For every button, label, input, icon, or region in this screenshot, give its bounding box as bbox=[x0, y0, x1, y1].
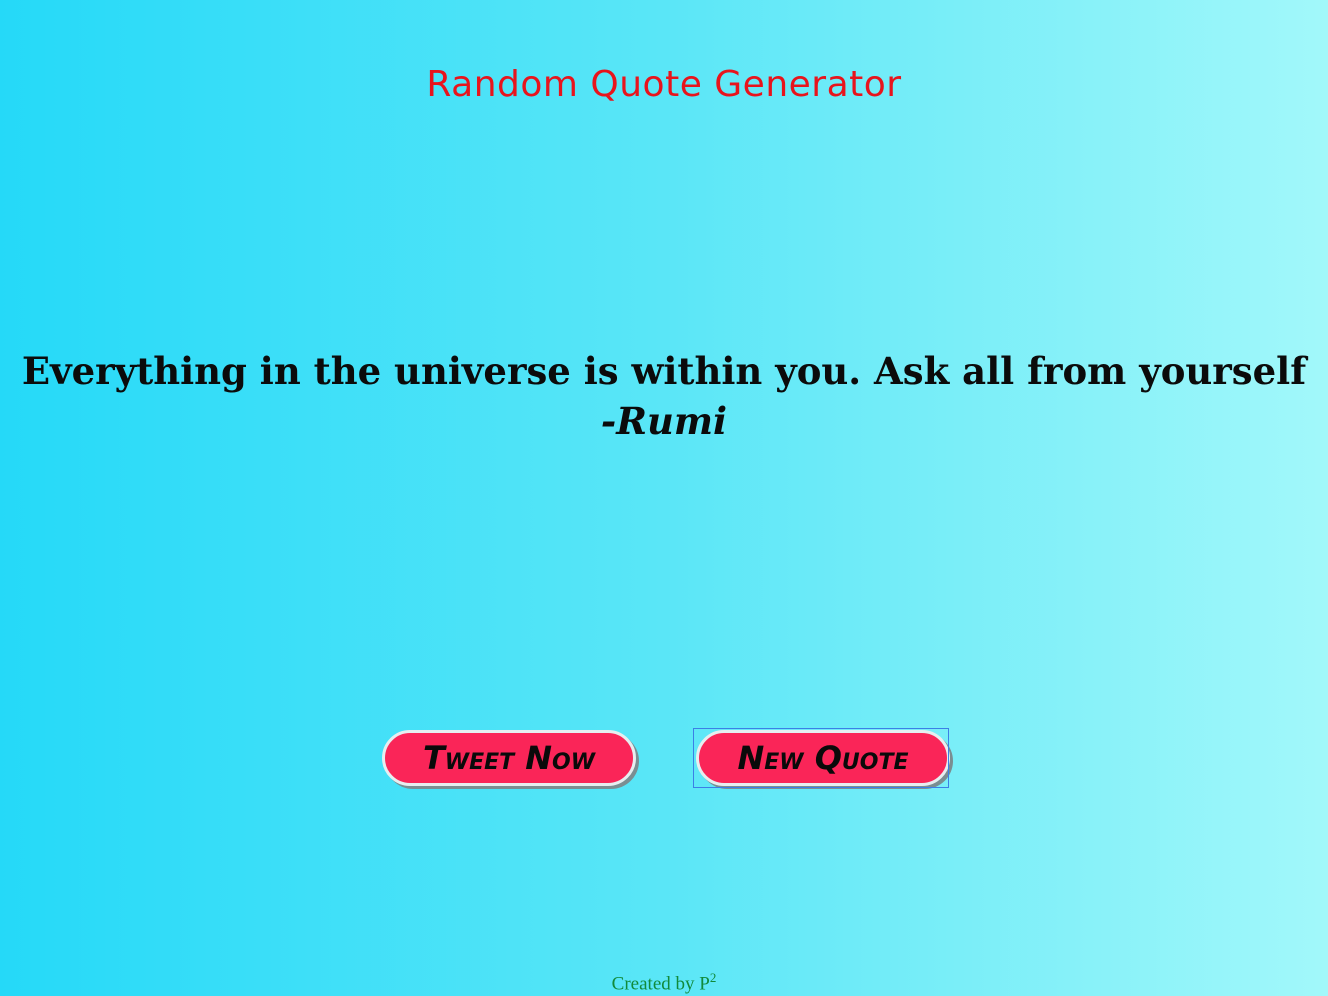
quote-text: Everything in the universe is within you… bbox=[21, 349, 1307, 393]
footer-credit: Created by P2 bbox=[0, 970, 1328, 995]
tweet-now-button[interactable]: Tweet Now bbox=[382, 730, 636, 786]
button-row: Tweet Now New Quote bbox=[0, 728, 1328, 790]
page-title: Random Quote Generator bbox=[426, 64, 902, 106]
new-quote-button[interactable]: New Quote bbox=[696, 730, 950, 786]
quote-container: Everything in the universe is within you… bbox=[0, 346, 1328, 446]
footer-credit-superscript: 2 bbox=[709, 970, 717, 985]
quote-author: -Rumi bbox=[600, 399, 728, 443]
footer-credit-text: Created by P bbox=[611, 973, 710, 995]
